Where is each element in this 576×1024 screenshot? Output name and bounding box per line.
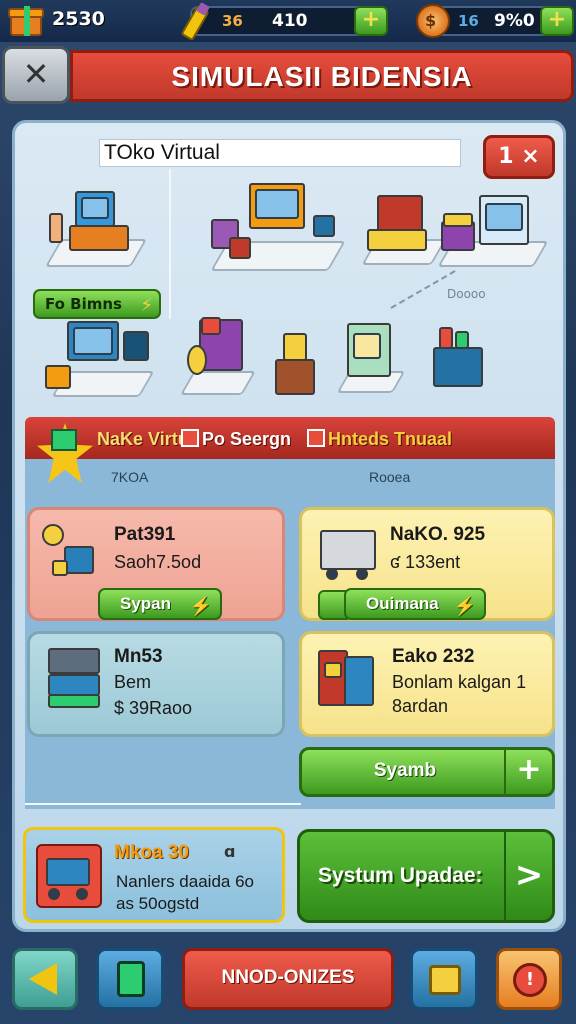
card-detail-2: 8ardan (392, 696, 449, 716)
resource-coin-bar: $ 16 9%0 + (416, 4, 574, 38)
store-name-input[interactable]: TOko Virtual (99, 139, 461, 167)
add-energy-button[interactable]: + (354, 6, 388, 36)
divider (169, 169, 171, 319)
featured-item-card[interactable]: Mkoa 30 ɑ Nanlers daaida 6o as 50ogstd (23, 827, 285, 923)
vending-machine-item[interactable] (335, 319, 411, 399)
toy-truck-icon (36, 844, 102, 908)
office-desk-item[interactable] (201, 179, 351, 279)
bolt-icon: ⚡ (140, 295, 153, 316)
resource-energy-label: 36 (222, 12, 243, 30)
gift-icon[interactable] (6, 2, 46, 38)
gift-coin-count: 2530 (52, 8, 105, 30)
plus-icon[interactable]: + (504, 747, 552, 797)
nav-main-button[interactable]: NNOD-ONIZES (182, 948, 394, 1010)
close-multiplier-button[interactable]: 1 × (483, 135, 555, 179)
card-action-button[interactable]: Sypan ⚡ (98, 588, 222, 620)
resource-coin-label: 16 (458, 12, 479, 30)
item-card[interactable]: Pat391 Saoh7.5od Sypan ⚡ (27, 507, 285, 621)
featured-name: Mkoa 30 (114, 842, 189, 863)
jar-icon (117, 961, 145, 997)
card-name: Eako 232 (392, 646, 475, 667)
search-button-label: Syamb (373, 760, 437, 781)
nav-main-label: NNOD-ONIZES (221, 967, 355, 988)
card-icon (429, 965, 461, 995)
search-add-button[interactable]: Syamb + (299, 747, 555, 797)
bolt-icon: ⚡ (189, 596, 212, 616)
arrow-left-icon (29, 963, 57, 995)
shelf-cabinet-icon (314, 646, 380, 712)
nav-alert-button[interactable]: ! (496, 948, 562, 1010)
resources-pill-button[interactable]: Fo Bimns ⚡ (33, 289, 161, 319)
star-badge-icon (37, 423, 93, 483)
checkbox-icon (307, 429, 325, 447)
divider (25, 803, 301, 805)
card-action-button[interactable]: Ouimana ⚡ (344, 588, 486, 620)
connector-line (390, 270, 456, 309)
pencil-icon (180, 2, 216, 42)
coin-machine-item[interactable] (180, 317, 261, 401)
gold-crate-item[interactable] (269, 321, 325, 401)
card-name: Pat391 (114, 524, 176, 545)
column-label-right: Rooea (369, 469, 411, 485)
alert-icon: ! (513, 963, 547, 997)
resource-coin-value: 9%0 (494, 11, 535, 31)
checkbox-icon (181, 429, 199, 447)
top-resource-bar: 2530 36 410 + $ 16 9%0 + (0, 0, 576, 42)
card-detail: Bonlam kalgan 1 (392, 672, 527, 692)
shop-counter-item[interactable] (41, 185, 151, 275)
back-arrow-icon: ✕ (22, 55, 50, 93)
delivery-truck-icon (316, 518, 386, 584)
featured-detail-2: as 50ogstd (116, 894, 200, 913)
connector-label: Doooo (447, 287, 486, 301)
featured-detail: Nanlers daaida 6o (116, 872, 254, 891)
card-name: NaKO. 925 (390, 524, 486, 545)
coin-icon: $ (416, 4, 452, 40)
card-detail: Saoh7.5od (114, 552, 202, 572)
bolt-icon: ⚡ (453, 596, 476, 616)
tab-design[interactable]: Po Seergn (181, 429, 291, 450)
gift-basket-item[interactable] (425, 321, 491, 395)
card-detail: ʛ 133ent (390, 552, 461, 572)
resource-energy-bar: 36 410 + (180, 2, 388, 42)
nav-card-button[interactable] (410, 948, 478, 1010)
tab-annual[interactable]: Hnteds Tnuaal (307, 429, 452, 450)
nav-inventory-button[interactable] (96, 948, 164, 1010)
nav-back-button[interactable] (12, 948, 78, 1010)
featured-marker: ɑ (224, 842, 236, 861)
system-update-label: Systum Upadae: (318, 864, 483, 887)
card-detail: Bem (114, 672, 152, 692)
column-label-left: 7KOA (111, 469, 149, 485)
store-panel: TOko Virtual 1 × Fo Bimns ⚡ Doooo NaKe V… (12, 120, 566, 932)
item-card[interactable]: Mn53 Bem $ 39Raoo (27, 631, 285, 737)
system-update-button[interactable]: Systum Upadae: > (297, 829, 555, 923)
page-title: SIMULASII BIDENSIA (171, 61, 473, 92)
chevron-right-icon: > (504, 832, 552, 920)
card-name: Mn53 (114, 646, 163, 667)
card-price: $ 39Raoo (114, 698, 193, 718)
title-banner: SIMULASII BIDENSIA (70, 50, 574, 102)
item-card[interactable]: NaKO. 925 ʛ 133ent Ouimana ⚡ (299, 507, 555, 621)
computer-station-item[interactable] (41, 317, 157, 403)
add-coins-button[interactable]: + (540, 6, 574, 36)
sun-box-icon (40, 520, 110, 580)
back-button[interactable]: ✕ (2, 46, 70, 104)
stacked-boxes-icon (44, 644, 106, 710)
server-item[interactable] (435, 193, 555, 273)
resource-energy-value: 410 (272, 11, 308, 31)
item-card[interactable]: Eako 232 Bonlam kalgan 1 8ardan (299, 631, 555, 737)
